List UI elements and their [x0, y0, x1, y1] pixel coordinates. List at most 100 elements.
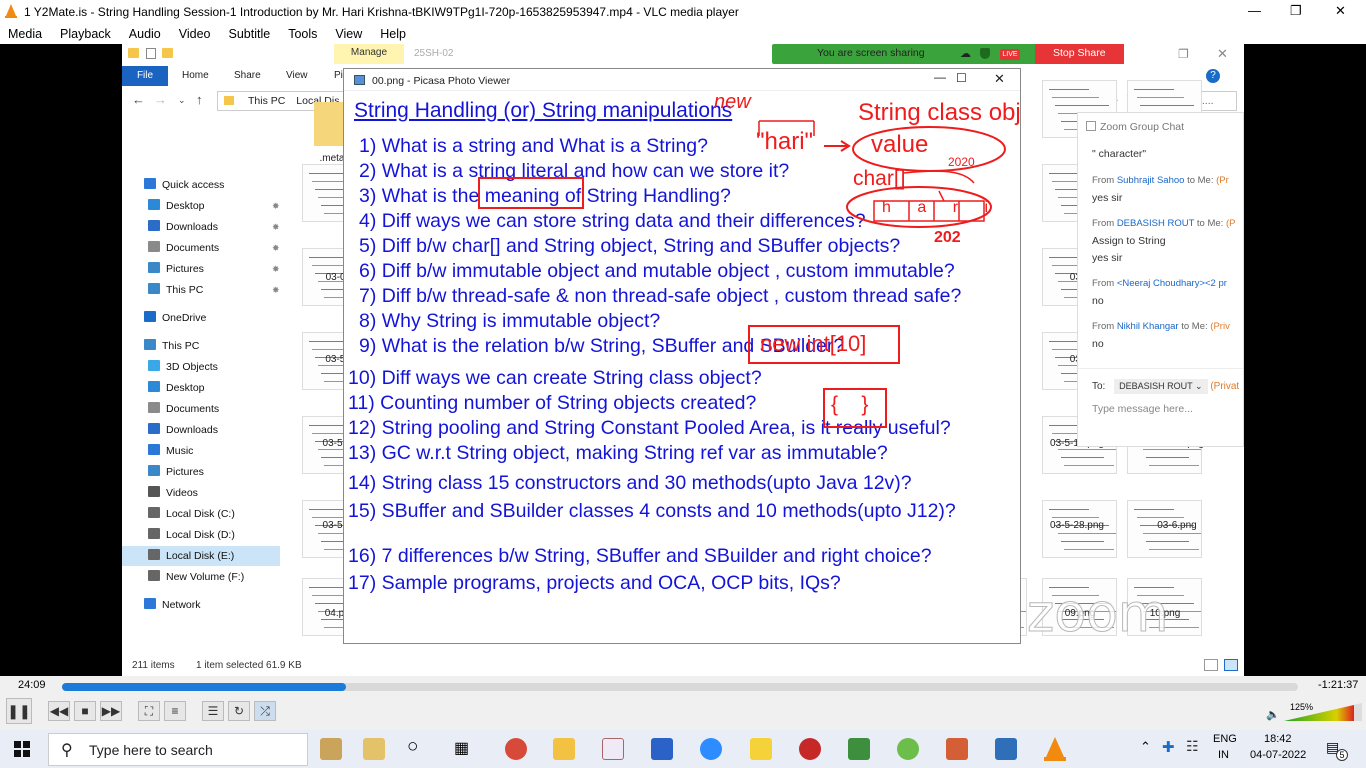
menu-video[interactable]: Video — [179, 24, 211, 44]
manage-tab[interactable]: Manage — [334, 44, 404, 64]
powerpoint-icon[interactable] — [946, 738, 968, 760]
sender-name[interactable]: DEBASISH ROUT — [1117, 218, 1194, 229]
stop-button[interactable]: ■ — [74, 701, 96, 721]
ribbon-share-tab[interactable]: Share — [234, 70, 261, 81]
picasa-maximize[interactable]: ☐ — [956, 71, 967, 85]
news-icon[interactable] — [363, 738, 385, 760]
sidebar-item[interactable]: Music — [148, 442, 193, 460]
sender-name[interactable]: Nikhil Khangar — [1117, 321, 1179, 332]
minimize-button[interactable]: — — [1248, 3, 1261, 18]
restore-button[interactable]: ❐ — [1290, 3, 1302, 19]
lang-in[interactable]: IN — [1218, 749, 1229, 761]
green-app-icon[interactable] — [897, 738, 919, 760]
sidebar-item[interactable]: OneDrive — [144, 309, 206, 327]
sidebar-item[interactable]: Pictures — [148, 463, 204, 481]
network-tray-icon[interactable]: ☷ — [1186, 738, 1199, 755]
pin-icon[interactable]: ✸ — [272, 239, 280, 257]
clock-time[interactable]: 18:42 — [1264, 733, 1292, 745]
next-button[interactable]: ▶▶ — [100, 701, 122, 721]
museum-icon[interactable] — [320, 738, 342, 760]
up-icon[interactable]: ↑ — [196, 92, 203, 107]
breadcrumb-this-pc[interactable]: This PC — [248, 95, 285, 107]
sidebar-item[interactable]: Quick access — [144, 176, 224, 194]
sidebar-item[interactable]: This PC ✸ — [148, 281, 280, 299]
sidebar-item[interactable]: Local Disk (C:) — [148, 505, 235, 523]
picasa-close[interactable]: ✕ — [994, 71, 1005, 87]
thumbnails-view-icon[interactable] — [1224, 659, 1238, 671]
windows-start-icon[interactable] — [14, 741, 30, 757]
video-frame[interactable]: Manage 25SH-02 You are screen sharing ☁ … — [0, 44, 1366, 676]
help-icon[interactable]: ? — [1206, 69, 1220, 83]
menu-view[interactable]: View — [335, 24, 362, 44]
pin-icon[interactable]: ✸ — [272, 260, 280, 278]
seek-bar[interactable] — [62, 683, 1298, 691]
sidebar-item[interactable]: Local Disk (E:) — [148, 547, 234, 565]
store-icon[interactable] — [651, 738, 673, 760]
sidebar-item[interactable]: Downloads — [148, 421, 218, 439]
pin-icon[interactable]: ✸ — [272, 281, 280, 299]
menu-audio[interactable]: Audio — [129, 24, 161, 44]
loop-button[interactable]: ↻ — [228, 701, 250, 721]
picasa-minimize[interactable]: — — [934, 70, 946, 84]
chart-app-icon[interactable] — [848, 738, 870, 760]
explorer-close-icon[interactable]: ✕ — [1217, 46, 1228, 62]
lang-eng[interactable]: ENG — [1213, 733, 1237, 745]
sidebar-item[interactable]: Videos — [148, 484, 198, 502]
pin-icon[interactable]: ✸ — [272, 218, 280, 236]
taskbar-search[interactable]: ⚲ Type here to search — [48, 733, 308, 766]
recorder-icon[interactable] — [799, 738, 821, 760]
chrome-icon[interactable] — [505, 738, 527, 760]
shuffle-button[interactable]: ⤮ — [254, 701, 276, 721]
close-button[interactable]: ✕ — [1335, 3, 1346, 19]
multitask-icon[interactable]: ▦ — [454, 738, 469, 758]
extended-settings-button[interactable]: ≡ — [164, 701, 186, 721]
menu-help[interactable]: Help — [380, 24, 406, 44]
sidebar-item[interactable]: Pictures ✸ — [148, 260, 280, 278]
task-view-icon[interactable]: ○ — [407, 736, 418, 758]
sidebar-item[interactable]: Desktop ✸ — [148, 197, 280, 215]
sidebar-item[interactable]: This PC — [144, 337, 199, 355]
pin-icon[interactable]: ✸ — [272, 197, 280, 215]
sidebar-item[interactable]: 3D Objects — [148, 358, 218, 376]
sender-name[interactable]: Subhrajit Sahoo — [1117, 175, 1185, 186]
menu-tools[interactable]: Tools — [288, 24, 317, 44]
tray-plus-icon[interactable]: ✚ — [1162, 738, 1175, 756]
pause-button[interactable]: ❚❚ — [6, 698, 32, 724]
explorer-restore-icon[interactable]: ❐ — [1178, 47, 1189, 61]
volume-icon[interactable]: 🔈 — [1266, 708, 1280, 721]
ribbon-picture-tab[interactable]: Pi — [334, 70, 343, 81]
volume-slider[interactable] — [1284, 703, 1362, 721]
clock-date[interactable]: 04-07-2022 — [1250, 749, 1306, 761]
menu-media[interactable]: Media — [8, 24, 42, 44]
zoom-icon[interactable] — [700, 738, 722, 760]
folder-icon[interactable] — [314, 102, 344, 146]
chat-input[interactable]: Type message here... — [1092, 403, 1193, 415]
menu-subtitle[interactable]: Subtitle — [229, 24, 271, 44]
forward-icon[interactable]: → — [154, 92, 167, 107]
sticky-notes-icon[interactable] — [750, 738, 772, 760]
stop-share-button[interactable]: Stop Share — [1035, 44, 1124, 64]
vlc-taskbar-icon[interactable] — [1044, 737, 1066, 761]
sender-name[interactable]: <Neeraj Choudhary><2 pr — [1117, 278, 1227, 289]
ribbon-view-tab[interactable]: View — [286, 70, 308, 81]
sidebar-item[interactable]: Downloads ✸ — [148, 218, 280, 236]
photos-icon[interactable] — [995, 738, 1017, 760]
sidebar-item[interactable]: Desktop — [148, 379, 205, 397]
playlist-button[interactable]: ☰ — [202, 701, 224, 721]
snip-icon[interactable] — [602, 738, 624, 760]
previous-button[interactable]: ◀◀ — [48, 701, 70, 721]
sidebar-item[interactable]: Documents ✸ — [148, 239, 280, 257]
sidebar-item[interactable]: Documents — [148, 400, 219, 418]
recipient-select[interactable]: DEBASISH ROUT ⌄ — [1114, 379, 1208, 394]
sidebar-item[interactable]: New Volume (F:) — [148, 568, 244, 586]
sidebar-item[interactable]: Local Disk (D:) — [148, 526, 235, 544]
tray-chevron-icon[interactable]: ⌃ — [1140, 739, 1151, 755]
recent-icon[interactable]: ⌄ — [178, 95, 186, 106]
file-explorer-icon[interactable] — [553, 738, 575, 760]
menu-playback[interactable]: Playback — [60, 24, 111, 44]
ribbon-home-tab[interactable]: Home — [182, 70, 209, 81]
details-view-icon[interactable] — [1204, 659, 1218, 671]
back-icon[interactable]: ← — [132, 92, 145, 107]
fullscreen-button[interactable]: ⛶ — [138, 701, 160, 721]
ribbon-file-tab[interactable]: File — [122, 66, 168, 86]
